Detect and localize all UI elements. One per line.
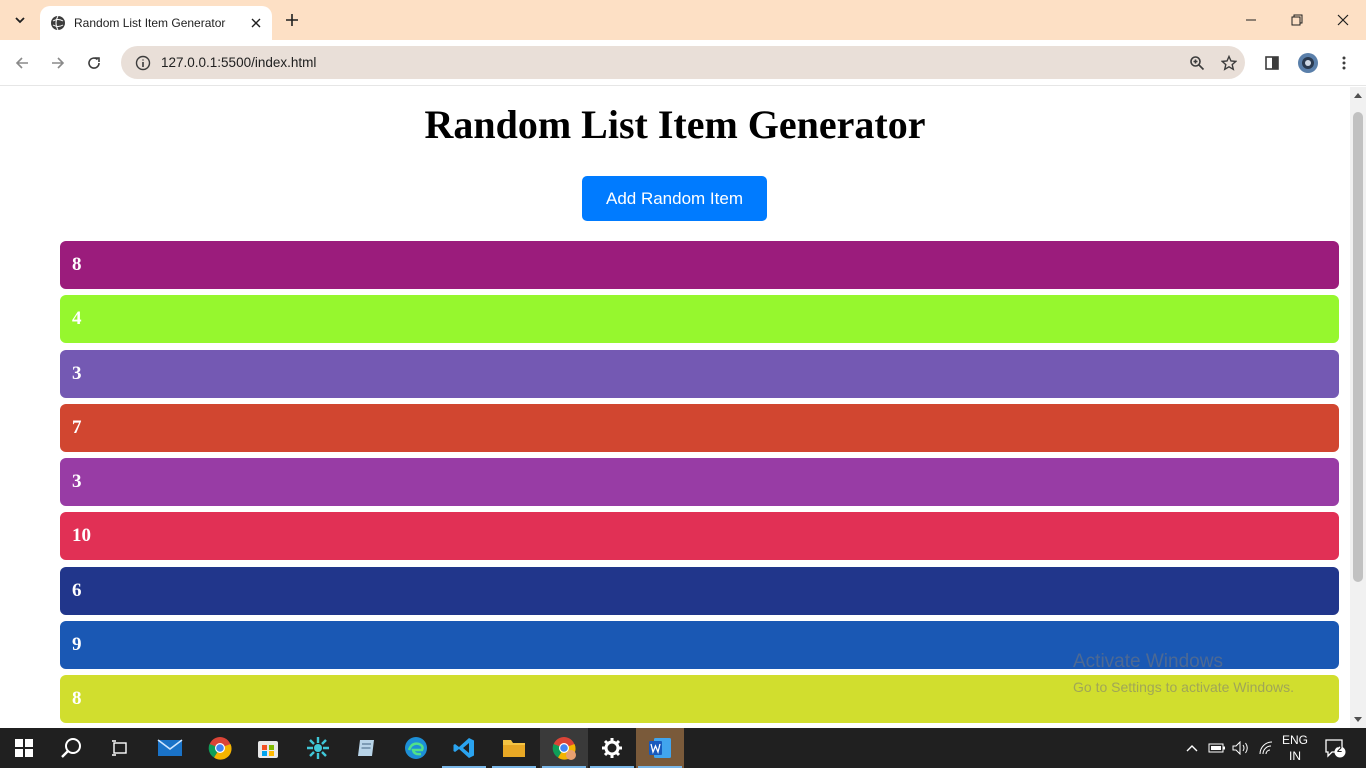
watermark-subtitle: Go to Settings to activate Windows. — [1073, 679, 1294, 695]
globe-icon — [51, 15, 65, 31]
store-icon[interactable] — [244, 728, 292, 768]
watermark-title: Activate Windows — [1073, 651, 1223, 672]
list-item: 3 — [60, 458, 1339, 507]
scroll-thumb[interactable] — [1353, 112, 1363, 582]
windows-taskbar: ENG IN 2 — [0, 728, 1366, 768]
lang-code: ENG — [1281, 733, 1308, 747]
mail-icon[interactable] — [146, 728, 194, 768]
notification-icon — [1325, 739, 1346, 758]
lang-region: IN — [1289, 749, 1301, 763]
chrome-icon[interactable] — [196, 728, 244, 768]
site-info-icon[interactable] — [127, 55, 159, 71]
reload-button[interactable] — [79, 48, 109, 78]
notification-center-button[interactable]: 2 — [1318, 728, 1352, 768]
file-explorer-icon[interactable] — [490, 728, 538, 768]
forward-button[interactable] — [43, 48, 73, 78]
tab-title: Random List Item Generator — [74, 16, 226, 30]
back-button[interactable] — [7, 48, 37, 78]
list-item: 10 — [60, 512, 1339, 561]
arrow-right-icon — [52, 57, 65, 69]
tray-expand-icon[interactable] — [1182, 728, 1202, 768]
list-item: 7 — [60, 403, 1339, 452]
arrow-left-icon — [15, 57, 28, 69]
add-random-item-button[interactable]: Add Random Item — [582, 176, 767, 221]
vscode-icon[interactable] — [440, 728, 488, 768]
avatar-icon — [1298, 53, 1318, 73]
tab-search-button[interactable] — [6, 6, 34, 34]
minimize-button[interactable] — [1228, 0, 1274, 40]
minimize-icon — [1246, 19, 1256, 21]
restore-icon — [1291, 14, 1303, 26]
scroll-down-icon[interactable] — [1350, 712, 1366, 728]
side-panel-icon — [1265, 56, 1279, 70]
restore-button[interactable] — [1274, 0, 1320, 40]
list-item: 8 — [60, 241, 1339, 289]
profile-avatar[interactable] — [1293, 48, 1323, 78]
edge-icon[interactable] — [392, 728, 440, 768]
menu-button[interactable] — [1329, 48, 1359, 78]
scroll-up-icon[interactable] — [1350, 87, 1366, 103]
battery-icon[interactable] — [1206, 728, 1228, 768]
more-vert-icon — [1342, 56, 1346, 70]
page-scrollbar[interactable] — [1350, 87, 1366, 728]
language-indicator[interactable]: ENG IN — [1280, 732, 1310, 764]
notes-icon[interactable] — [342, 728, 390, 768]
list-item: 4 — [60, 295, 1339, 344]
page-viewport: Random List Item Generator Add Random It… — [0, 87, 1366, 728]
zoom-icon[interactable] — [1181, 47, 1213, 79]
chrome-profile-icon[interactable] — [540, 728, 588, 768]
activate-windows-watermark: Activate Windows Go to Settings to activ… — [1073, 651, 1294, 695]
close-window-button[interactable] — [1320, 0, 1366, 40]
plus-icon — [286, 14, 298, 26]
word-icon[interactable] — [636, 728, 684, 768]
task-view-icon[interactable] — [96, 728, 144, 768]
reload-icon — [88, 57, 100, 69]
list-item: 3 — [60, 349, 1339, 398]
search-icon[interactable] — [48, 728, 96, 768]
settings-icon[interactable] — [588, 728, 636, 768]
address-bar[interactable]: 127.0.0.1:5500/index.html — [121, 46, 1245, 79]
browser-tab[interactable]: Random List Item Generator — [40, 6, 272, 40]
wifi-icon[interactable] — [1255, 728, 1277, 768]
app-icon[interactable] — [294, 728, 342, 768]
list-item: 6 — [60, 566, 1339, 615]
browser-tab-bar: Random List Item Generator — [0, 0, 1366, 40]
chevron-down-icon — [15, 17, 25, 24]
close-icon — [1337, 14, 1349, 26]
url-text[interactable]: 127.0.0.1:5500/index.html — [159, 55, 1181, 70]
windows-start-icon[interactable] — [0, 728, 48, 768]
notification-count: 2 — [1337, 744, 1343, 754]
new-tab-button[interactable] — [280, 8, 304, 32]
page-title: Random List Item Generator — [424, 102, 926, 147]
volume-icon[interactable] — [1230, 728, 1252, 768]
side-panel-button[interactable] — [1257, 48, 1287, 78]
bookmark-star-icon[interactable] — [1213, 47, 1245, 79]
browser-toolbar: 127.0.0.1:5500/index.html — [0, 40, 1366, 86]
tab-close-icon[interactable] — [248, 15, 264, 31]
